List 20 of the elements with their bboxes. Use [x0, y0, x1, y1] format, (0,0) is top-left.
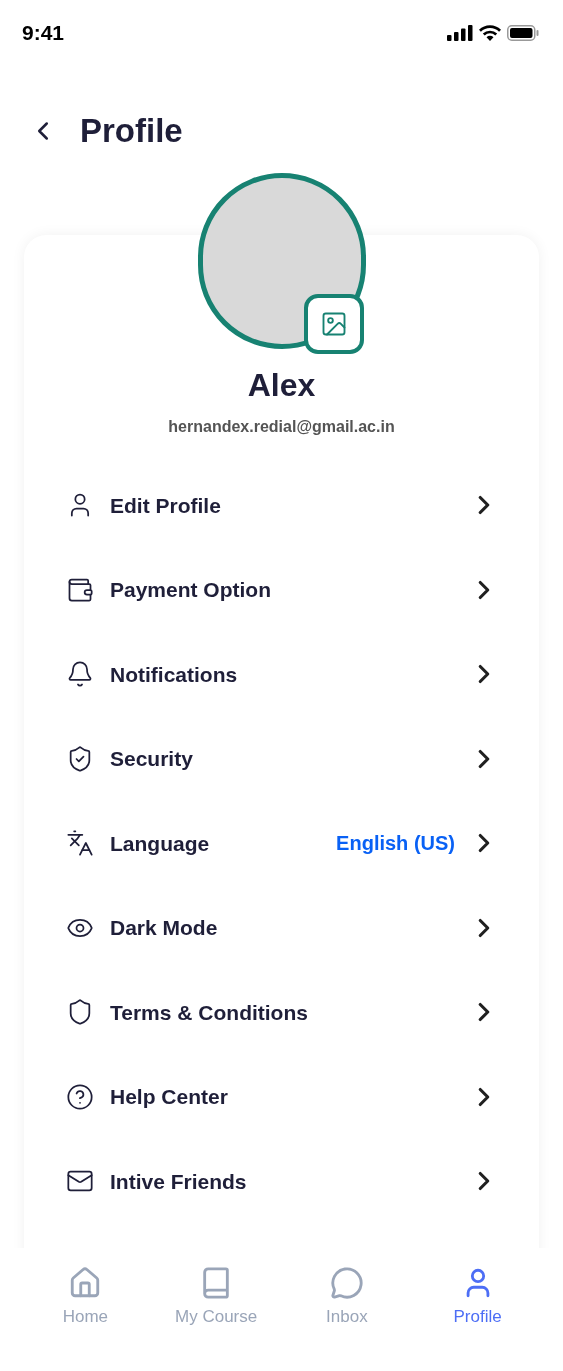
profile-email: hernandex.redial@gmail.ac.in: [168, 417, 395, 437]
language-value: English (US): [336, 831, 455, 857]
nav-tab[interactable]: Profile: [422, 1266, 533, 1330]
profile-name: Alex: [247, 366, 316, 405]
page-title: Profile: [80, 111, 183, 152]
menu-item[interactable]: Security: [24, 716, 539, 801]
battery-icon: [507, 25, 539, 41]
status-time: 9:41: [21, 20, 65, 47]
menu-item[interactable]: Intive Friends: [24, 1139, 539, 1224]
menu-item[interactable]: Language English (US): [24, 801, 539, 886]
menu-item[interactable]: Terms & Conditions: [24, 970, 539, 1055]
menu-item[interactable]: Edit Profile: [24, 463, 539, 548]
change-photo-button[interactable]: [303, 294, 364, 354]
signal-icon: [447, 25, 473, 41]
menu-item[interactable]: Help Center: [24, 1054, 539, 1139]
wifi-icon: [479, 25, 501, 41]
menu-item[interactable]: Dark Mode: [24, 885, 539, 970]
menu-item[interactable]: Payment Option: [24, 547, 539, 632]
chat-icon: [329, 1266, 364, 1300]
menu-item[interactable]: Notifications: [24, 632, 539, 717]
